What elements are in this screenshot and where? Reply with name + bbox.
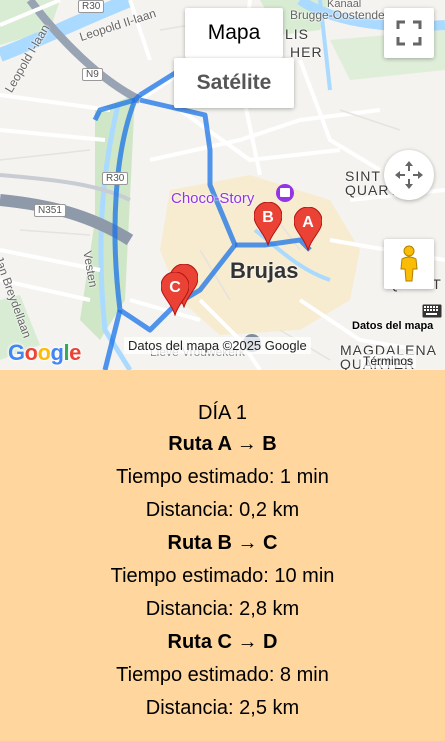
route-time: Tiempo estimado: 1 min: [116, 466, 329, 488]
label-her: HER: [290, 44, 323, 60]
pegman-icon: [400, 245, 418, 282]
marker-c[interactable]: C: [160, 271, 190, 317]
map-data-link[interactable]: Datos del mapa: [352, 320, 433, 332]
route-time: Tiempo estimado: 8 min: [116, 664, 329, 686]
road-shield-n9: N9: [82, 68, 103, 81]
road-label-brugge-oostende: Brugge-Oostende: [290, 8, 385, 22]
road-shield-n351: N351: [34, 204, 66, 217]
road-shield-r30-left: R30: [102, 172, 129, 185]
marker-c-label: C: [169, 279, 181, 296]
map-type-satellite-button[interactable]: Satélite: [174, 58, 294, 108]
fullscreen-icon: [396, 20, 422, 46]
route-time: Tiempo estimado: 10 min: [110, 565, 335, 587]
route-distance: Distancia: 2,8 km: [145, 598, 300, 620]
map-view[interactable]: Leopold II-laan Leopold I-laan Vesten Ja…: [0, 0, 445, 370]
marker-a-label: A: [302, 214, 314, 231]
road-shield-r30-top: R30: [78, 0, 105, 13]
route-distance: Distancia: 0,2 km: [145, 499, 300, 521]
map-credit: Datos del mapa ©2025 Google: [124, 337, 311, 354]
google-logo: Google: [8, 340, 81, 365]
marker-b-label: B: [262, 209, 274, 226]
itinerary-panel: DÍA 1 Ruta A → B Tiempo estimado: 1 min …: [0, 370, 445, 725]
label-choco-story: Choco-Story: [171, 190, 255, 207]
route-distance: Distancia: 2,5 km: [145, 697, 300, 719]
street-view-button[interactable]: [384, 239, 434, 289]
route-title: Ruta B → C: [167, 532, 278, 554]
terms-link[interactable]: Términos: [360, 354, 417, 368]
marker-a[interactable]: A: [293, 206, 323, 252]
keyboard-icon: [422, 304, 442, 318]
map-type-map-button[interactable]: Mapa: [185, 8, 283, 58]
label-brujas: Brujas: [230, 258, 299, 283]
camera-control-icon: [395, 161, 423, 189]
camera-control-button[interactable]: [384, 150, 434, 200]
label-lis: LIS: [285, 26, 310, 42]
route-title: Ruta C → D: [167, 631, 278, 653]
route-title: Ruta A → B: [168, 433, 277, 455]
marker-b[interactable]: B: [253, 201, 283, 247]
fullscreen-button[interactable]: [384, 8, 434, 58]
day-heading: DÍA 1: [198, 402, 247, 424]
